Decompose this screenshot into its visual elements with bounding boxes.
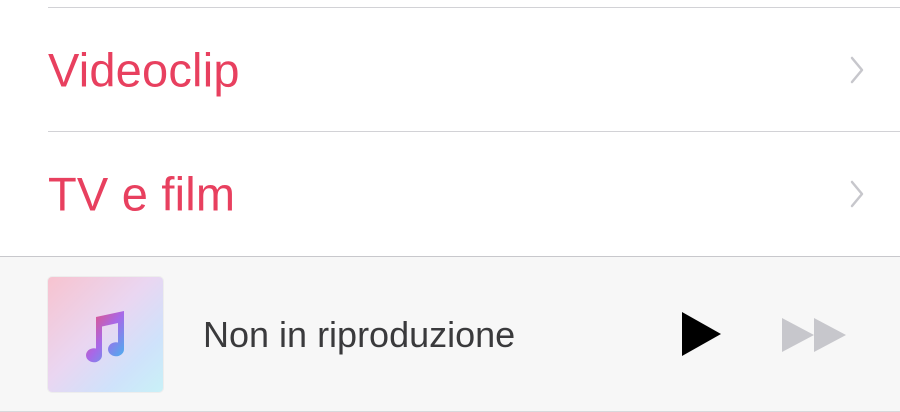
chevron-right-icon [850,56,864,84]
library-item-tv-e-film[interactable]: TV e film [0,132,900,256]
fast-forward-icon[interactable] [780,316,848,354]
now-playing-status: Non in riproduzione [203,314,516,355]
play-icon[interactable] [678,309,724,359]
music-note-icon [86,311,125,363]
mini-player[interactable]: Non in riproduzione [0,256,900,412]
library-item-label: Videoclip [48,43,240,97]
chevron-right-icon [850,180,864,208]
album-artwork[interactable] [48,277,163,392]
library-item-label: TV e film [48,167,236,221]
music-library-screen: Videoclip TV e film Non in riproduzione [0,0,900,412]
library-item-videoclip[interactable]: Videoclip [0,8,900,132]
